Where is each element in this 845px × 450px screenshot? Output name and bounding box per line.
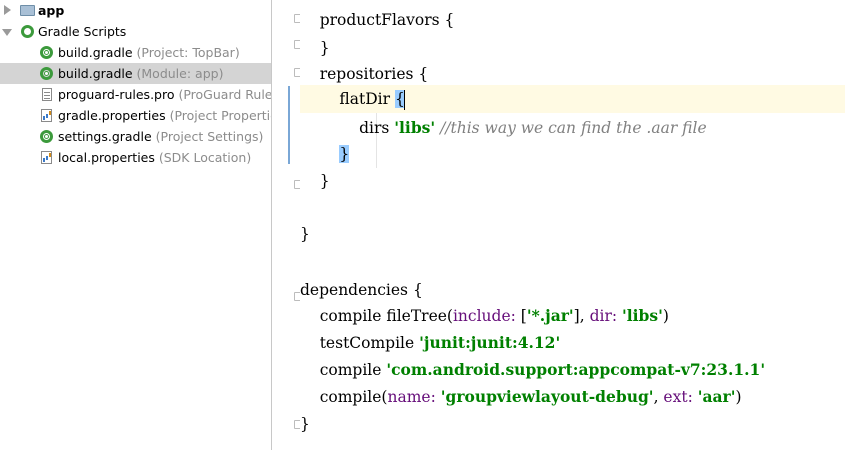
tree-item-label: build.gradle bbox=[58, 66, 133, 81]
code-comment: //this way we can find the .aar file bbox=[435, 119, 707, 137]
code-line[interactable]: productFlavors { bbox=[300, 6, 845, 34]
properties-file-icon bbox=[41, 151, 52, 164]
string-literal: '*.jar' bbox=[526, 306, 574, 325]
tree-item-build-gradle-project[interactable]: build.gradle (Project: TopBar) bbox=[0, 42, 271, 63]
tree-item-label: settings.gradle bbox=[58, 129, 152, 144]
tree-item-build-gradle-module[interactable]: build.gradle (Module: app) bbox=[0, 63, 271, 84]
tree-item-hint: (Project Properties bbox=[169, 108, 271, 123]
tree-item-hint: (SDK Location) bbox=[154, 150, 252, 165]
code-line[interactable]: compile 'com.android.support:appcompat-v… bbox=[300, 356, 845, 384]
gradle-file-icon bbox=[40, 46, 53, 59]
code-line[interactable]: } bbox=[300, 410, 845, 438]
string-literal: 'groupviewlayout-debug' bbox=[440, 387, 654, 406]
text-caret bbox=[403, 90, 406, 110]
code-text: flatDir bbox=[300, 90, 395, 108]
code-line[interactable]: compile fileTree(include: ['*.jar'], dir… bbox=[300, 302, 845, 330]
code-text: compile( bbox=[300, 388, 388, 406]
tree-item-label: local.properties bbox=[58, 150, 155, 165]
tree-item-label: proguard-rules.pro bbox=[58, 87, 175, 102]
code-line[interactable] bbox=[300, 249, 845, 277]
scope-indicator bbox=[288, 86, 290, 164]
code-text: productFlavors { bbox=[300, 11, 455, 29]
code-text: compile bbox=[300, 361, 387, 379]
string-literal: 'libs' bbox=[622, 306, 663, 325]
editor-gutter[interactable] bbox=[272, 0, 312, 450]
code-editor[interactable]: productFlavors { } repositories { flatDi… bbox=[300, 0, 845, 450]
named-argument: ext: bbox=[663, 388, 698, 406]
tree-item-gradle-scripts[interactable]: Gradle Scripts bbox=[0, 21, 271, 42]
code-text: ) bbox=[662, 307, 669, 325]
string-literal: 'com.android.support:appcompat-v7:23.1.1… bbox=[386, 360, 766, 379]
code-text: repositories { bbox=[300, 65, 429, 83]
code-text: } bbox=[300, 39, 330, 57]
folder-icon bbox=[20, 5, 35, 16]
string-literal: 'libs' bbox=[394, 118, 436, 137]
code-text: ) bbox=[735, 388, 742, 406]
project-tree: app Gradle Scripts build.gradle (Project… bbox=[0, 0, 271, 450]
code-line-current[interactable]: flatDir { bbox=[300, 85, 845, 113]
code-line[interactable]: } bbox=[300, 220, 845, 248]
tree-item-hint: (Project: TopBar) bbox=[132, 45, 240, 60]
tree-item-hint: (ProGuard Rules bbox=[174, 87, 271, 102]
tree-item-label: Gradle Scripts bbox=[38, 24, 127, 39]
code-line[interactable] bbox=[300, 193, 845, 221]
tree-item-gradle-properties[interactable]: gradle.properties (Project Properties bbox=[0, 105, 271, 126]
named-argument: include: bbox=[452, 307, 521, 325]
tree-item-local-properties[interactable]: local.properties (SDK Location) bbox=[0, 147, 271, 168]
code-line[interactable]: compile(name: 'groupviewlayout-debug', e… bbox=[300, 383, 845, 411]
code-line[interactable]: } bbox=[300, 167, 845, 195]
gradle-file-icon bbox=[40, 67, 53, 80]
code-line[interactable]: } bbox=[300, 34, 845, 62]
tree-item-label: build.gradle bbox=[58, 45, 133, 60]
tree-item-label: gradle.properties bbox=[58, 108, 166, 123]
matched-brace: } bbox=[339, 145, 350, 163]
gradle-file-icon bbox=[40, 130, 53, 143]
code-text: compile fileTree( bbox=[300, 307, 453, 325]
gradle-scripts-icon bbox=[21, 25, 34, 38]
code-text: } bbox=[300, 225, 310, 243]
tree-item-hint: (Module: app) bbox=[132, 66, 224, 81]
named-argument: dir: bbox=[589, 307, 623, 325]
text-file-icon bbox=[42, 88, 52, 101]
tree-item-app[interactable]: app bbox=[0, 0, 271, 21]
code-text: dirs bbox=[300, 119, 395, 137]
string-literal: 'aar' bbox=[697, 387, 736, 406]
code-text: , bbox=[653, 388, 664, 406]
tree-item-settings-gradle[interactable]: settings.gradle (Project Settings) bbox=[0, 126, 271, 147]
code-text: } bbox=[300, 172, 330, 190]
code-line[interactable]: dirs 'libs' //this way we can find the .… bbox=[300, 114, 845, 142]
code-text: testCompile bbox=[300, 334, 420, 352]
code-line[interactable]: dependencies { bbox=[300, 276, 845, 304]
code-text: } bbox=[300, 415, 310, 433]
code-text: ], bbox=[573, 307, 590, 325]
code-text: dependencies { bbox=[300, 281, 423, 299]
code-line[interactable]: } bbox=[300, 140, 845, 168]
named-argument: name: bbox=[387, 388, 441, 406]
code-line[interactable]: testCompile 'junit:junit:4.12' bbox=[300, 329, 845, 357]
tree-item-label: app bbox=[38, 3, 65, 18]
collapse-arrow-icon[interactable] bbox=[2, 29, 12, 36]
code-line[interactable]: repositories { bbox=[300, 60, 845, 88]
expand-arrow-icon[interactable] bbox=[4, 5, 11, 15]
tree-item-proguard-rules[interactable]: proguard-rules.pro (ProGuard Rules bbox=[0, 84, 271, 105]
tree-item-hint: (Project Settings) bbox=[151, 129, 264, 144]
string-literal: 'junit:junit:4.12' bbox=[419, 333, 561, 352]
properties-file-icon bbox=[41, 109, 52, 122]
